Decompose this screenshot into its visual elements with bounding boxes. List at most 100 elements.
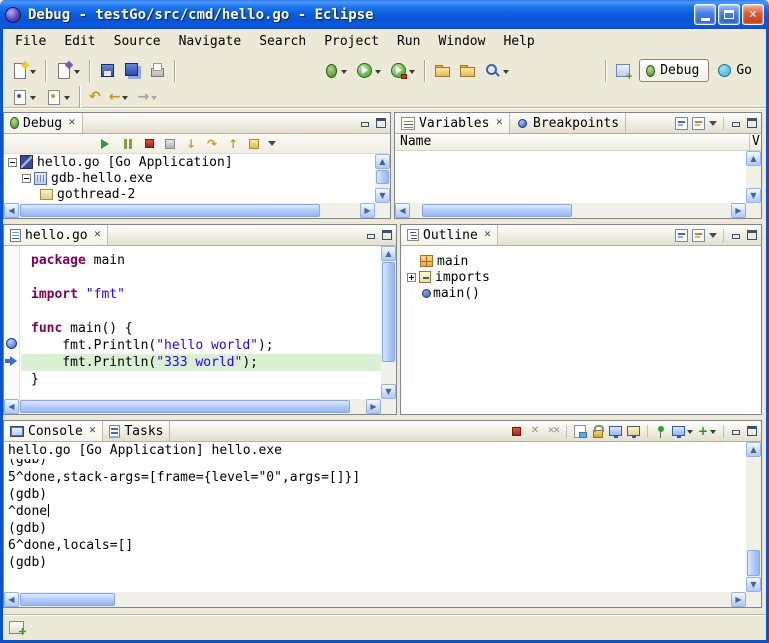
disconnect-button[interactable] [163, 136, 177, 151]
window-close-button[interactable]: ✕ [742, 4, 764, 25]
dropdown-icon[interactable] [30, 70, 36, 77]
dropdown-icon[interactable] [122, 96, 128, 103]
expand-expander-icon[interactable] [407, 273, 416, 282]
tab-breakpoints[interactable]: Breakpoints [510, 113, 626, 133]
maximize-view-button[interactable] [746, 117, 758, 129]
view-menu-icon[interactable] [268, 141, 276, 150]
open-resource-button[interactable] [431, 59, 454, 83]
column-value-header[interactable]: V [750, 134, 761, 150]
fast-view-icon[interactable] [9, 621, 24, 634]
close-tab-icon[interactable]: ✕ [68, 119, 76, 128]
close-tab-icon[interactable]: ✕ [94, 231, 102, 240]
remove-all-launches-button[interactable]: ✕✕ [546, 424, 560, 439]
debug-launch-button[interactable] [319, 59, 351, 83]
search-button[interactable] [481, 59, 513, 83]
terminate-button[interactable] [510, 424, 524, 439]
scrollbar-track[interactable] [19, 592, 731, 607]
horizontal-scrollbar[interactable]: ◀ ▶ [4, 399, 381, 414]
minimize-view-button[interactable] [730, 229, 742, 241]
close-tab-icon[interactable]: ✕ [495, 119, 503, 128]
tab-variables[interactable]: Variables ✕ [395, 113, 510, 133]
scrollbar-thumb[interactable] [20, 204, 320, 217]
collapse-expander-icon[interactable] [8, 158, 17, 167]
run-launch-button[interactable] [353, 59, 385, 83]
use-step-filters-button[interactable] [247, 136, 261, 151]
maximize-view-button[interactable] [381, 229, 393, 241]
next-annotation-button[interactable] [8, 88, 40, 107]
minimize-view-button[interactable] [730, 425, 742, 437]
dropdown-icon[interactable] [375, 70, 381, 77]
tree-row-thread[interactable]: gothread-2 [4, 186, 375, 202]
remove-launch-button[interactable]: ✕ [528, 424, 542, 439]
close-tab-icon[interactable]: ✕ [89, 427, 97, 436]
save-button[interactable] [96, 59, 119, 83]
dropdown-icon[interactable] [409, 70, 415, 77]
window-maximize-button[interactable] [718, 4, 740, 25]
dropdown-icon[interactable] [503, 70, 509, 77]
tab-debug[interactable]: Debug ✕ [4, 113, 83, 133]
horizontal-scrollbar[interactable]: ◀ ▶ [4, 203, 375, 218]
scrollbar-track[interactable] [410, 203, 731, 218]
step-return-button[interactable]: ↑ [226, 136, 240, 151]
scroll-up-button[interactable]: ▲ [375, 154, 390, 169]
view-menu-icon[interactable] [709, 121, 717, 130]
vertical-scrollbar[interactable]: ▲ ▼ [381, 246, 396, 399]
menu-search[interactable]: Search [250, 31, 315, 52]
minimize-view-button[interactable] [359, 117, 371, 129]
new-wizard-button[interactable] [8, 59, 40, 83]
scroll-left-button[interactable]: ◀ [4, 592, 19, 607]
filter-icon[interactable] [692, 229, 705, 242]
dropdown-icon[interactable] [687, 430, 693, 437]
tree-row-process[interactable]: gdb-hello.exe [4, 170, 375, 186]
tab-tasks[interactable]: Tasks [103, 421, 170, 441]
scrollbar-thumb[interactable] [376, 170, 389, 184]
menu-window[interactable]: Window [429, 31, 494, 52]
show-type-names-icon[interactable] [675, 117, 688, 130]
clear-console-button[interactable] [573, 424, 587, 439]
show-console-stderr-button[interactable] [627, 424, 641, 439]
scrollbar-track[interactable] [381, 261, 396, 384]
window-minimize-button[interactable] [694, 4, 716, 25]
scrollbar-track[interactable] [746, 457, 761, 577]
scroll-right-button[interactable]: ▶ [731, 592, 746, 607]
dropdown-icon[interactable] [30, 96, 36, 103]
tree-row-launch[interactable]: hello.go [Go Application] [4, 154, 375, 170]
display-selected-console-button[interactable] [672, 424, 694, 439]
scroll-down-button[interactable]: ▼ [746, 577, 761, 592]
column-name-header[interactable]: Name [395, 134, 750, 150]
perspective-debug-button[interactable]: Debug [639, 59, 709, 82]
scrollbar-thumb[interactable] [20, 593, 115, 606]
scroll-lock-button[interactable] [591, 424, 605, 439]
scroll-up-button[interactable]: ▲ [381, 246, 396, 261]
scroll-right-button[interactable]: ▶ [360, 203, 375, 218]
scroll-right-button[interactable]: ▶ [731, 203, 746, 218]
print-button[interactable] [146, 59, 169, 83]
resume-button[interactable] [100, 136, 114, 151]
open-console-button[interactable]: + [698, 424, 717, 439]
maximize-view-button[interactable] [746, 425, 758, 437]
outline-item-main-func[interactable]: main() [401, 285, 761, 301]
save-all-button[interactable] [121, 59, 144, 83]
open-project-button[interactable] [456, 59, 479, 83]
minimize-view-button[interactable] [365, 229, 377, 241]
scrollbar-track[interactable] [19, 203, 360, 218]
annotation-ruler[interactable] [4, 246, 20, 399]
back-button[interactable]: ← [106, 88, 133, 107]
dropdown-icon[interactable] [341, 70, 347, 77]
outline-item-package[interactable]: main [401, 253, 761, 269]
collapse-expander-icon[interactable] [22, 174, 31, 183]
scrollbar-thumb[interactable] [422, 204, 572, 217]
menu-run[interactable]: Run [388, 31, 429, 52]
window-titlebar[interactable]: Debug - testGo/src/cmd/hello.go - Eclips… [0, 0, 769, 29]
menu-source[interactable]: Source [105, 31, 170, 52]
dropdown-icon[interactable] [710, 430, 716, 437]
tab-outline[interactable]: Outline ✕ [401, 225, 498, 245]
terminate-button[interactable] [142, 136, 156, 151]
close-tab-icon[interactable]: ✕ [484, 231, 492, 240]
maximize-view-button[interactable] [375, 117, 387, 129]
menu-project[interactable]: Project [315, 31, 388, 52]
vertical-scrollbar[interactable]: ▲ ▼ [375, 154, 390, 203]
vertical-scrollbar[interactable]: ▲ ▼ [746, 151, 761, 203]
variables-table-body[interactable] [395, 151, 746, 203]
console-output[interactable]: (gdb) 5^done,stack-args=[frame={level="0… [4, 459, 746, 592]
